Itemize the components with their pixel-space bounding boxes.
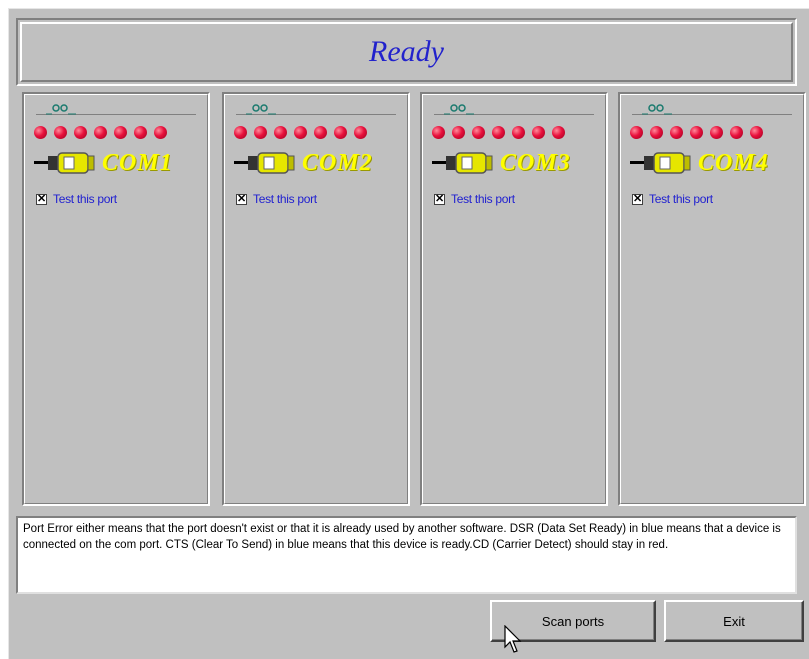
red-led-icon: [54, 126, 67, 139]
red-led-icon: [750, 126, 763, 139]
led-row: [630, 126, 763, 142]
red-led-icon: [74, 126, 87, 139]
scan-ports-label: Scan ports: [541, 613, 605, 629]
port-name: COM2: [302, 150, 373, 176]
red-led-icon: [512, 126, 525, 139]
port-panel-1: COM1 ✕ Test this port: [22, 92, 210, 506]
red-led-icon: [314, 126, 327, 139]
red-led-icon: [34, 126, 47, 139]
exit-label: Exit: [723, 613, 745, 629]
red-led-icon: [472, 126, 485, 139]
red-led-icon: [650, 126, 663, 139]
red-led-icon: [532, 126, 545, 139]
test-port-row[interactable]: ✕ Test this port: [434, 192, 515, 206]
test-port-label[interactable]: Test this port: [253, 192, 317, 206]
red-led-icon: [254, 126, 267, 139]
test-port-label[interactable]: Test this port: [649, 192, 713, 206]
port-name: COM1: [102, 150, 173, 176]
red-led-icon: [234, 126, 247, 139]
port-name: COM3: [500, 150, 571, 176]
led-row: [432, 126, 565, 142]
red-led-icon: [552, 126, 565, 139]
red-led-icon: [334, 126, 347, 139]
led-group-icon: [36, 102, 196, 116]
info-textbox[interactable]: Port Error either means that the port do…: [16, 516, 797, 594]
test-port-row[interactable]: ✕ Test this port: [236, 192, 317, 206]
test-port-row[interactable]: ✕ Test this port: [36, 192, 117, 206]
test-port-label[interactable]: Test this port: [451, 192, 515, 206]
led-group-icon: [434, 102, 594, 116]
test-port-checkbox[interactable]: ✕: [434, 193, 445, 205]
led-group-icon: [236, 102, 396, 116]
led-row: [234, 126, 367, 142]
red-led-icon: [274, 126, 287, 139]
serial-connector-icon: [630, 152, 691, 174]
test-port-checkbox[interactable]: ✕: [36, 193, 47, 205]
exit-button[interactable]: Exit: [664, 600, 804, 642]
led-row: [34, 126, 167, 142]
status-text: Ready: [369, 35, 444, 68]
red-led-icon: [690, 126, 703, 139]
red-led-icon: [432, 126, 445, 139]
red-led-icon: [354, 126, 367, 139]
port-panel-4: COM4 ✕ Test this port: [618, 92, 806, 506]
test-port-row[interactable]: ✕ Test this port: [632, 192, 713, 206]
red-led-icon: [710, 126, 723, 139]
test-port-checkbox[interactable]: ✕: [632, 193, 643, 205]
port-panel-2: COM2 ✕ Test this port: [222, 92, 410, 506]
red-led-icon: [670, 126, 683, 139]
red-led-icon: [154, 126, 167, 139]
port-panel-3: COM3 ✕ Test this port: [420, 92, 608, 506]
port-name: COM4: [698, 150, 769, 176]
test-port-label[interactable]: Test this port: [53, 192, 117, 206]
serial-connector-icon: [432, 152, 493, 174]
red-led-icon: [294, 126, 307, 139]
red-led-icon: [134, 126, 147, 139]
serial-connector-icon: [234, 152, 295, 174]
red-led-icon: [630, 126, 643, 139]
led-group-icon: [632, 102, 792, 116]
status-panel: Ready: [16, 18, 797, 86]
mouse-cursor-icon: [504, 625, 522, 653]
red-led-icon: [114, 126, 127, 139]
red-led-icon: [94, 126, 107, 139]
red-led-icon: [452, 126, 465, 139]
serial-connector-icon: [34, 152, 95, 174]
red-led-icon: [730, 126, 743, 139]
red-led-icon: [492, 126, 505, 139]
test-port-checkbox[interactable]: ✕: [236, 193, 247, 205]
